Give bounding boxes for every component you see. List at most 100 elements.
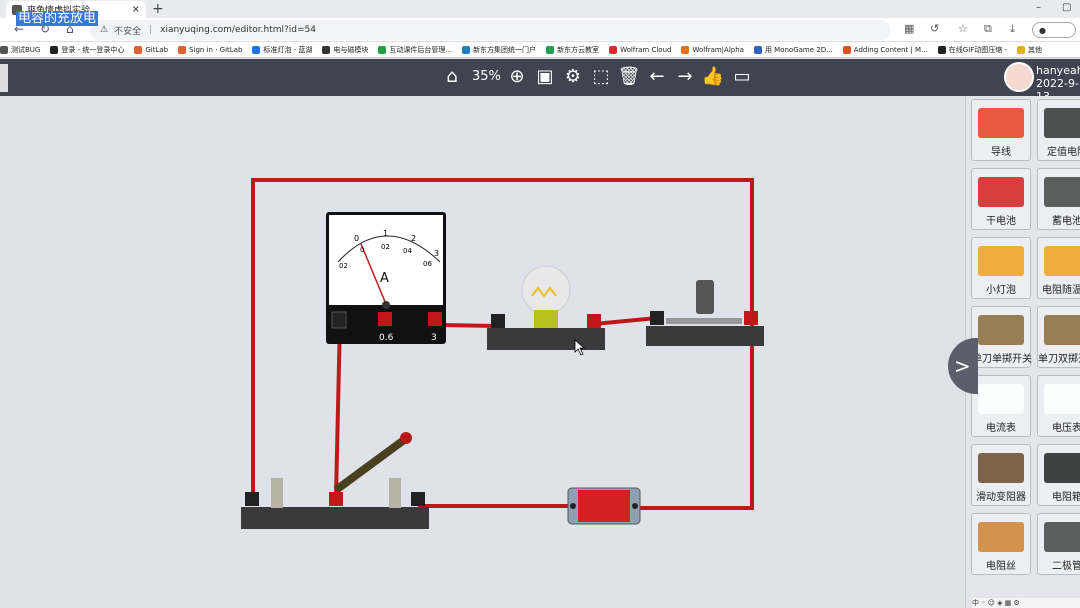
- component-item[interactable]: 电阻箱: [1037, 444, 1080, 506]
- collections-icon[interactable]: ⧉: [984, 22, 992, 36]
- profile-button[interactable]: ●: [1032, 22, 1076, 38]
- bookmark-label: Wolfram|Alpha: [692, 45, 744, 54]
- redo-arrow-icon[interactable]: →: [673, 66, 697, 88]
- component-thumbnail-icon: [1044, 108, 1080, 138]
- new-tab-button[interactable]: +: [152, 1, 164, 17]
- component-thumbnail-icon: [1044, 453, 1080, 483]
- gear-icon[interactable]: ⚙: [561, 66, 585, 88]
- home-icon[interactable]: ⌂: [440, 66, 464, 88]
- component-thumbnail-icon: [1044, 522, 1080, 552]
- component-item[interactable]: 二极管: [1037, 513, 1080, 575]
- circuit-canvas[interactable]: A 0 1 2 3 0 02 04 06 02 0.6 3: [0, 96, 965, 608]
- address-bar-row: ← ↻ ⌂ ⚠ 不安全 | xianyuqing.com/editor.html…: [0, 18, 1080, 42]
- bookmark-item[interactable]: 新东方集团统一门户: [462, 45, 536, 55]
- component-item[interactable]: 干电池: [971, 168, 1031, 230]
- zoom-level: 35%: [472, 69, 501, 84]
- select-box-icon[interactable]: ⬚: [589, 66, 613, 88]
- bookmark-item[interactable]: 在线GIF动图压缩 -: [937, 45, 1008, 55]
- svg-text:04: 04: [403, 247, 412, 255]
- component-label: 二极管: [1052, 561, 1080, 572]
- wire-bulb-resistor: [592, 316, 659, 326]
- component-label: 干电池: [986, 216, 1016, 227]
- bookmark-item[interactable]: 其他: [1017, 45, 1042, 55]
- light-bulb[interactable]: [487, 265, 605, 350]
- bookmark-label: GitLab: [145, 45, 169, 54]
- bookmark-item[interactable]: Wolfram|Alpha: [681, 45, 744, 54]
- svg-text:3: 3: [434, 249, 439, 258]
- bookmark-item[interactable]: 新东方云教室: [546, 45, 599, 55]
- left-edge-handle[interactable]: [0, 64, 8, 92]
- ammeter-unit: A: [380, 271, 389, 286]
- fullscreen-icon[interactable]: ▭: [730, 66, 754, 88]
- svg-text:3: 3: [431, 333, 437, 343]
- component-panel: 导线 定值电阻干电池 蓄电池小灯泡 电阻随温度单刀单掷开关单刀双掷开关电流表 电压表滑动…: [965, 96, 1080, 608]
- component-thumbnail-icon: [978, 522, 1024, 552]
- component-item[interactable]: 小灯泡: [971, 237, 1031, 299]
- component-item[interactable]: 定值电阻: [1037, 99, 1080, 161]
- bookmark-icon: [462, 45, 471, 54]
- experiment-title[interactable]: 电容的充放电: [16, 11, 99, 26]
- resistor[interactable]: [646, 280, 764, 346]
- favorites-icon[interactable]: ☆: [958, 22, 968, 35]
- component-thumbnail-icon: [978, 108, 1024, 138]
- maximize-icon[interactable]: ▢: [1062, 2, 1071, 13]
- bookmark-item[interactable]: Wolfram Cloud: [609, 45, 671, 54]
- avatar[interactable]: [1004, 62, 1034, 92]
- svg-text:02: 02: [381, 243, 390, 251]
- bookmark-icon: [134, 45, 143, 54]
- component-item[interactable]: 单刀单掷开关: [971, 306, 1032, 368]
- bookmark-item[interactable]: 登录 - 统一登录中心: [50, 45, 124, 55]
- bookmark-icon: [252, 45, 261, 54]
- undo-arrow-icon[interactable]: ←: [645, 66, 669, 88]
- bookmark-item[interactable]: 电与磁模块: [322, 45, 368, 55]
- tab-close-icon[interactable]: ×: [132, 4, 140, 15]
- bookmark-item[interactable]: Adding Content | M...: [842, 45, 928, 54]
- capacitor[interactable]: [567, 487, 641, 525]
- minimize-icon[interactable]: –: [1036, 2, 1041, 13]
- refresh-ext-icon[interactable]: ↺: [930, 22, 939, 35]
- component-label: 蓄电池: [1052, 216, 1080, 227]
- component-item[interactable]: 滑动变阻器: [971, 444, 1031, 506]
- locate-icon[interactable]: ⊕: [505, 66, 529, 88]
- bookmark-label: 在线GIF动图压缩 -: [948, 45, 1008, 54]
- url-input[interactable]: ⚠ 不安全 | xianyuqing.com/editor.html?id=54: [90, 20, 890, 40]
- trash-icon[interactable]: 🗑: [617, 66, 641, 88]
- extension-icon[interactable]: ▦: [904, 22, 914, 35]
- bookmark-item[interactable]: 测试BUG: [0, 45, 40, 55]
- svg-text:0: 0: [354, 234, 359, 243]
- bookmark-icon: [681, 45, 690, 54]
- bookmark-icon: [609, 45, 618, 54]
- component-item[interactable]: 电阻随温度: [1037, 237, 1080, 299]
- download-icon[interactable]: ⤓: [1010, 22, 1015, 36]
- url-separator: |: [149, 25, 153, 35]
- component-label: 电流表: [986, 423, 1016, 434]
- bookmark-item[interactable]: 标准灯泡 - 蓝湖: [252, 45, 312, 55]
- component-label: 电阻丝: [986, 561, 1016, 572]
- bookmark-item[interactable]: GitLab: [134, 45, 169, 54]
- component-item[interactable]: 蓄电池: [1037, 168, 1080, 230]
- bookmark-item[interactable]: Sign in · GitLab: [178, 45, 242, 54]
- bookmark-label: Adding Content | M...: [853, 45, 928, 54]
- bookmark-label: 标准灯泡 - 蓝湖: [263, 45, 313, 54]
- component-item[interactable]: 电流表: [971, 375, 1031, 437]
- save-icon[interactable]: ▣: [533, 66, 557, 88]
- component-thumbnail-icon: [978, 384, 1024, 414]
- component-thumbnail-icon: [978, 246, 1024, 276]
- bookmark-item[interactable]: 用 MonoGame 2D...: [753, 45, 833, 55]
- bookmark-label: 电与磁模块: [333, 45, 369, 54]
- bookmark-label: 其他: [1028, 45, 1043, 54]
- component-item[interactable]: 导线: [971, 99, 1031, 161]
- component-thumbnail-icon: [1044, 246, 1080, 276]
- bookmark-item[interactable]: 互动课件后台管理...: [378, 45, 452, 55]
- browser-tab-bar: 爽鱼情虚拟实验 × + – ▢: [0, 0, 1080, 18]
- ammeter[interactable]: A 0 1 2 3 0 02 04 06 02 0.6 3: [326, 212, 446, 344]
- component-label: 电压表: [1052, 423, 1080, 434]
- bookmark-icon: [178, 45, 187, 54]
- component-thumbnail-icon: [1044, 177, 1080, 207]
- component-thumbnail-icon: [978, 177, 1024, 207]
- thumbs-up-icon[interactable]: 👍: [701, 66, 725, 88]
- bookmark-icon: [937, 45, 946, 54]
- component-item[interactable]: 电压表: [1037, 375, 1080, 437]
- component-item[interactable]: 电阻丝: [971, 513, 1031, 575]
- component-item[interactable]: 单刀双掷开关: [1037, 306, 1080, 368]
